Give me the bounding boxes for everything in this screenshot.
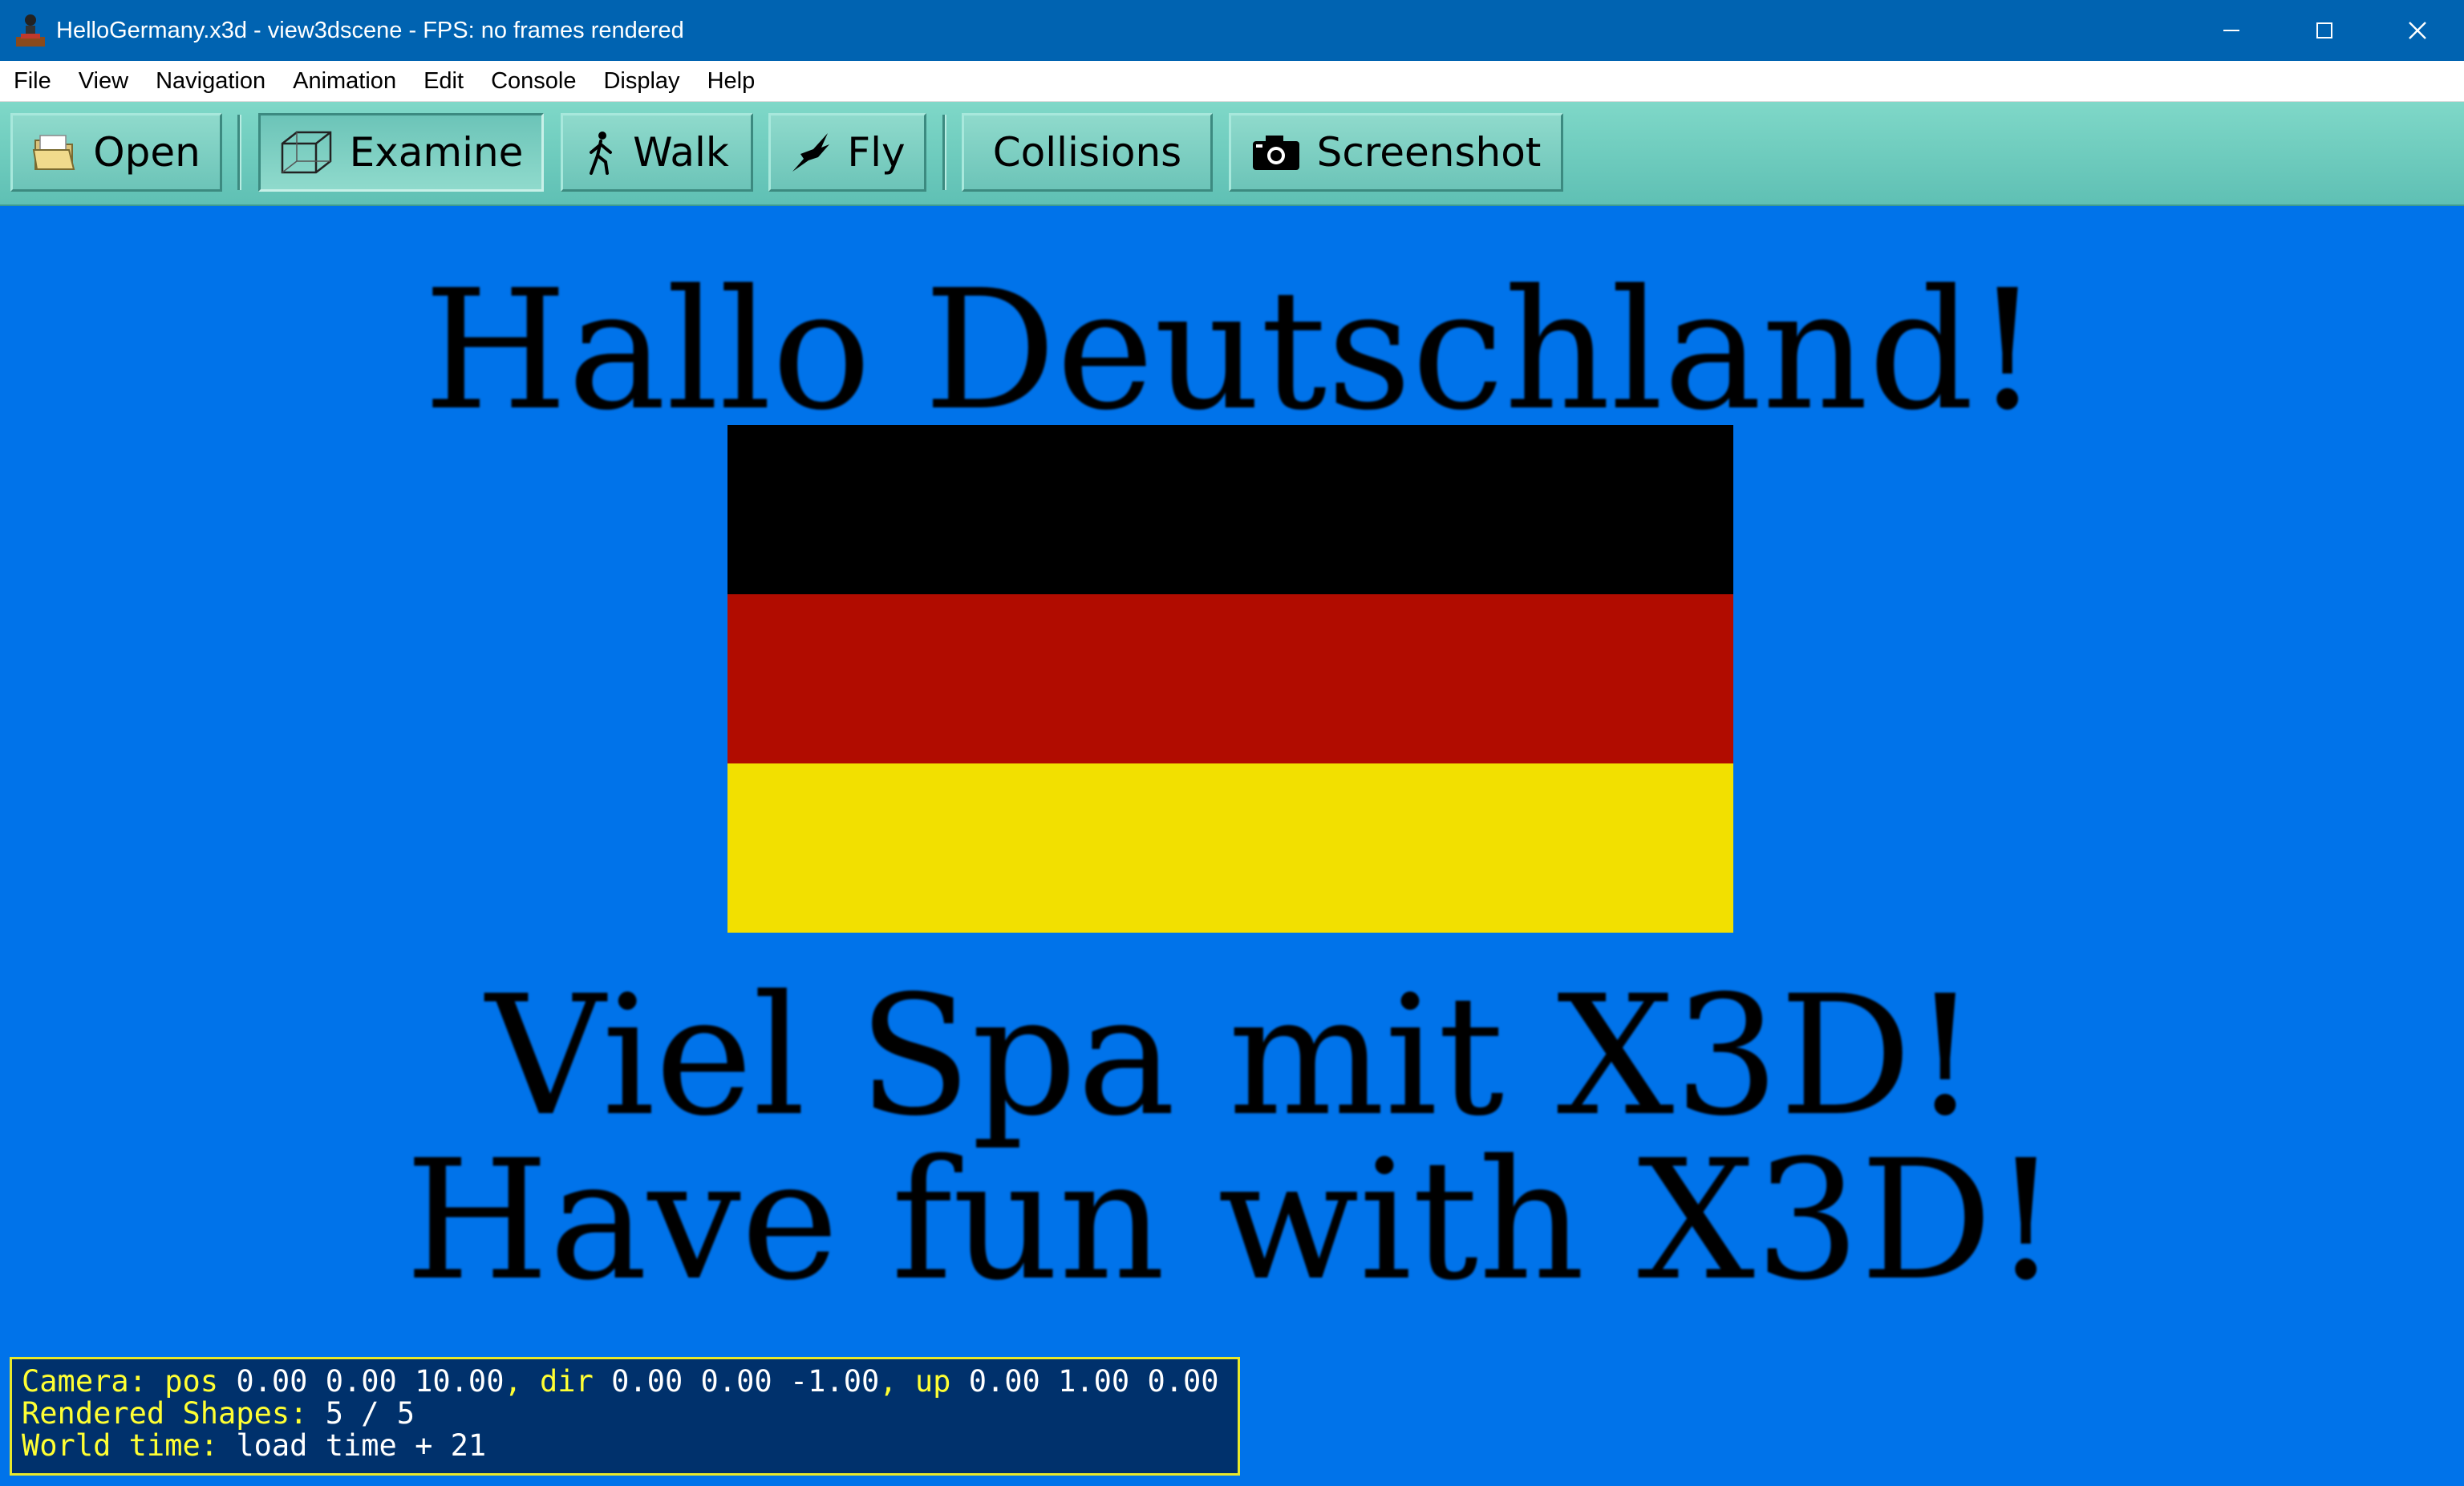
open-label: Open: [93, 129, 201, 176]
time-status-line: World time: load time + 21: [22, 1428, 487, 1463]
walking-person-icon: [590, 132, 613, 175]
menu-console[interactable]: Console: [477, 61, 590, 101]
flag-gold-stripe: [727, 763, 1733, 933]
window-title: HelloGermany.x3d - view3dscene - FPS: no…: [56, 17, 684, 43]
camera-icon: [1252, 136, 1299, 170]
menu-view[interactable]: View: [65, 61, 142, 101]
screenshot-label: Screenshot: [1316, 129, 1542, 176]
maximize-button[interactable]: [2278, 0, 2371, 61]
menu-file[interactable]: File: [0, 61, 65, 101]
close-button[interactable]: [2371, 0, 2464, 61]
walk-label: Walk: [633, 129, 729, 176]
scene-text-german: Viel Spa mit X3D!: [485, 960, 1979, 1152]
minimize-button[interactable]: [2185, 0, 2278, 61]
folder-icon: [33, 135, 75, 170]
bird-icon: [792, 133, 830, 172]
window-controls: [2185, 0, 2464, 61]
app-icon[interactable]: [13, 13, 48, 48]
fly-button[interactable]: Fly: [768, 113, 926, 192]
cube-icon: [281, 131, 331, 174]
shapes-status-line: Rendered Shapes: 5 / 5: [22, 1396, 415, 1431]
menu-navigation[interactable]: Navigation: [142, 61, 279, 101]
examine-label: Examine: [349, 129, 524, 176]
scene-viewport[interactable]: Hallo Deutschland! Viel Spa mit X3D! Hav…: [0, 206, 2464, 1486]
toolbar: Open Examine Walk Fly Collisions Screens…: [0, 102, 2464, 206]
walk-button[interactable]: Walk: [561, 113, 753, 192]
screenshot-button[interactable]: Screenshot: [1229, 113, 1563, 192]
open-button[interactable]: Open: [10, 113, 222, 192]
menu-help[interactable]: Help: [694, 61, 769, 101]
examine-button[interactable]: Examine: [258, 113, 544, 192]
maximize-icon: [2316, 22, 2332, 38]
menu-animation[interactable]: Animation: [279, 61, 410, 101]
menu-edit[interactable]: Edit: [410, 61, 477, 101]
menu-bar: File View Navigation Animation Edit Cons…: [0, 61, 2464, 102]
status-overlay: Camera: pos 0.00 0.00 10.00, dir 0.00 0.…: [10, 1357, 1240, 1476]
title-bar: HelloGermany.x3d - view3dscene - FPS: no…: [0, 0, 2464, 61]
flag-red-stripe: [727, 594, 1733, 763]
toolbar-separator: [237, 115, 241, 190]
fly-label: Fly: [847, 129, 906, 176]
collisions-label: Collisions: [992, 129, 1182, 176]
menu-display[interactable]: Display: [590, 61, 693, 101]
scene-heading: Hallo Deutschland!: [423, 254, 2041, 447]
flag-black-stripe: [727, 425, 1733, 594]
close-icon: [2409, 22, 2426, 39]
camera-status-line: Camera: pos 0.00 0.00 10.00, dir 0.00 0.…: [22, 1364, 1219, 1399]
collisions-button[interactable]: Collisions: [962, 113, 1213, 192]
toolbar-separator: [942, 115, 946, 190]
scene-text-english: Have fun with X3D!: [404, 1124, 2060, 1317]
minimize-icon: [2223, 30, 2239, 31]
